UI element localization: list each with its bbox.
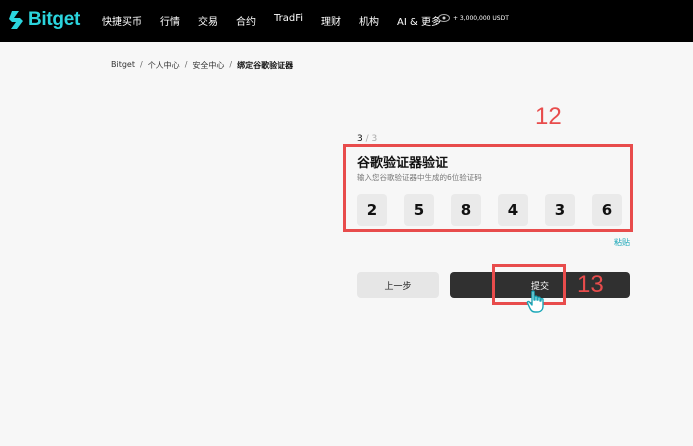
nav-item-markets[interactable]: 行情 <box>160 13 180 28</box>
breadcrumb-separator: / <box>139 60 143 69</box>
previous-step-button[interactable]: 上一步 <box>357 272 439 298</box>
nav-item-trade[interactable]: 交易 <box>198 13 218 28</box>
nav-item-tradfi[interactable]: TradFi <box>274 13 303 28</box>
promo-text: + 3,000,000 USDT <box>453 14 509 22</box>
main-nav: 快捷买币 行情 交易 合约 TradFi 理财 机构 AI & 更多 <box>102 13 459 28</box>
nav-item-institutional[interactable]: 机构 <box>359 13 379 28</box>
breadcrumb: Bitget / 个人中心 / 安全中心 / 绑定谷歌验证器 <box>111 60 293 71</box>
nav-item-earn[interactable]: 理财 <box>321 13 341 28</box>
breadcrumb-separator: / <box>229 60 233 69</box>
breadcrumb-item-security[interactable]: 安全中心 <box>192 60 224 71</box>
hand-cursor-icon <box>526 290 544 313</box>
gift-icon <box>438 14 450 22</box>
top-navbar: Bitget 快捷买币 行情 交易 合约 TradFi 理财 机构 AI & 更… <box>0 0 693 42</box>
nav-item-futures[interactable]: 合约 <box>236 13 256 28</box>
breadcrumb-item-home[interactable]: Bitget <box>111 60 135 71</box>
breadcrumb-item-profile[interactable]: 个人中心 <box>148 60 180 71</box>
step-current: 3 <box>357 134 363 144</box>
bitget-logo[interactable]: Bitget <box>9 9 80 31</box>
logo-text: Bitget <box>28 9 81 30</box>
paste-link[interactable]: 粘贴 <box>614 237 630 248</box>
nav-item-ai-more[interactable]: AI & 更多 <box>397 13 441 28</box>
nav-item-quick-buy[interactable]: 快捷买币 <box>102 13 142 28</box>
annotation-label-13: 13 <box>577 271 604 298</box>
breadcrumb-separator: / <box>184 60 188 69</box>
promo-banner[interactable]: + 3,000,000 USDT <box>438 13 509 23</box>
bitget-logo-icon <box>9 11 23 29</box>
annotation-label-12: 12 <box>535 103 562 130</box>
annotation-box-12 <box>343 144 633 232</box>
breadcrumb-item-current: 绑定谷歌验证器 <box>237 61 294 70</box>
step-indicator: 3 / 3 <box>357 134 377 144</box>
step-total: / 3 <box>365 134 378 144</box>
